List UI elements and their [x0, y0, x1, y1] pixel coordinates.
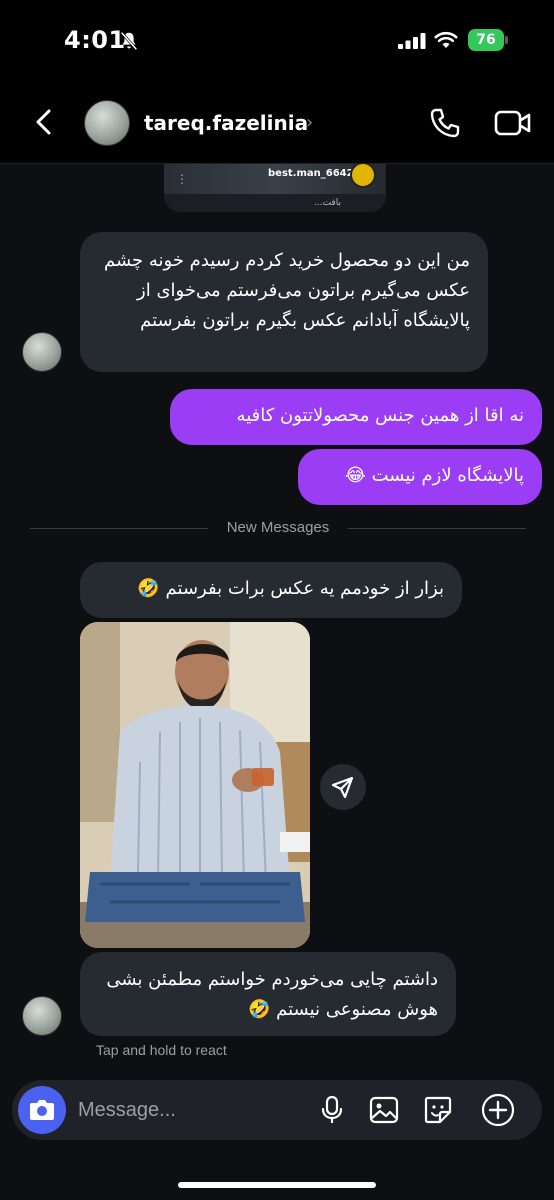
- status-bar: 4:01 76: [0, 0, 554, 80]
- mic-icon[interactable]: [316, 1094, 348, 1126]
- wifi-icon: [434, 31, 458, 48]
- back-icon[interactable]: [30, 108, 58, 136]
- more-icon[interactable]: ⋮: [176, 172, 188, 186]
- avatar[interactable]: [84, 100, 130, 146]
- message-bubble-incoming[interactable]: بزار از خودمم یه عکس برات بفرستم 🤣: [80, 562, 462, 618]
- avatar[interactable]: [22, 996, 62, 1036]
- video-icon[interactable]: [494, 108, 532, 138]
- chat-header: tareq.fazelinia ›: [0, 80, 554, 164]
- home-indicator: [178, 1182, 376, 1188]
- avatar[interactable]: [22, 332, 62, 372]
- chevron-right-icon[interactable]: ›: [306, 112, 313, 133]
- call-icon[interactable]: [428, 106, 462, 140]
- shared-post-username: best.man_6642: [268, 168, 354, 179]
- message-bubble-incoming[interactable]: داشتم چایی می‌خوردم خواستم مطمئن بشی هوش…: [80, 952, 456, 1036]
- shared-post-caption: ...بافت: [314, 198, 341, 208]
- contact-username[interactable]: tareq.fazelinia: [144, 111, 308, 135]
- battery-indicator: 76: [468, 29, 508, 51]
- photo-message[interactable]: [80, 622, 310, 948]
- camera-icon: [30, 1100, 54, 1120]
- sticker-icon[interactable]: [422, 1094, 454, 1126]
- gallery-icon[interactable]: [368, 1094, 400, 1126]
- camera-button[interactable]: [18, 1086, 66, 1134]
- bell-off-icon: [120, 31, 138, 51]
- signal-icon: [398, 33, 426, 49]
- message-bubble-outgoing[interactable]: پالایشگاه لازم نیست 😂: [298, 449, 542, 505]
- shared-post-preview[interactable]: ⋮ best.man_6642 ...بافت: [164, 164, 386, 212]
- new-messages-divider: New Messages: [30, 518, 526, 538]
- message-bubble-incoming[interactable]: من این دو محصول خرید کردم رسیدم خونه چشم…: [80, 232, 488, 372]
- battery-level: 76: [476, 32, 496, 48]
- share-button[interactable]: [320, 764, 366, 810]
- tap-hold-hint: Tap and hold to react: [96, 1042, 227, 1058]
- photo-illustration: [80, 622, 310, 948]
- status-time: 4:01: [64, 26, 126, 54]
- share-icon: [331, 776, 354, 799]
- message-bubble-outgoing[interactable]: نه اقا از همین جنس محصولاتتون کافیه: [170, 389, 542, 445]
- plus-icon[interactable]: [480, 1092, 516, 1128]
- message-composer: [12, 1080, 542, 1140]
- chat-thread[interactable]: ⋮ best.man_6642 ...بافت من این دو محصول …: [0, 164, 554, 1070]
- message-input[interactable]: [78, 1094, 298, 1126]
